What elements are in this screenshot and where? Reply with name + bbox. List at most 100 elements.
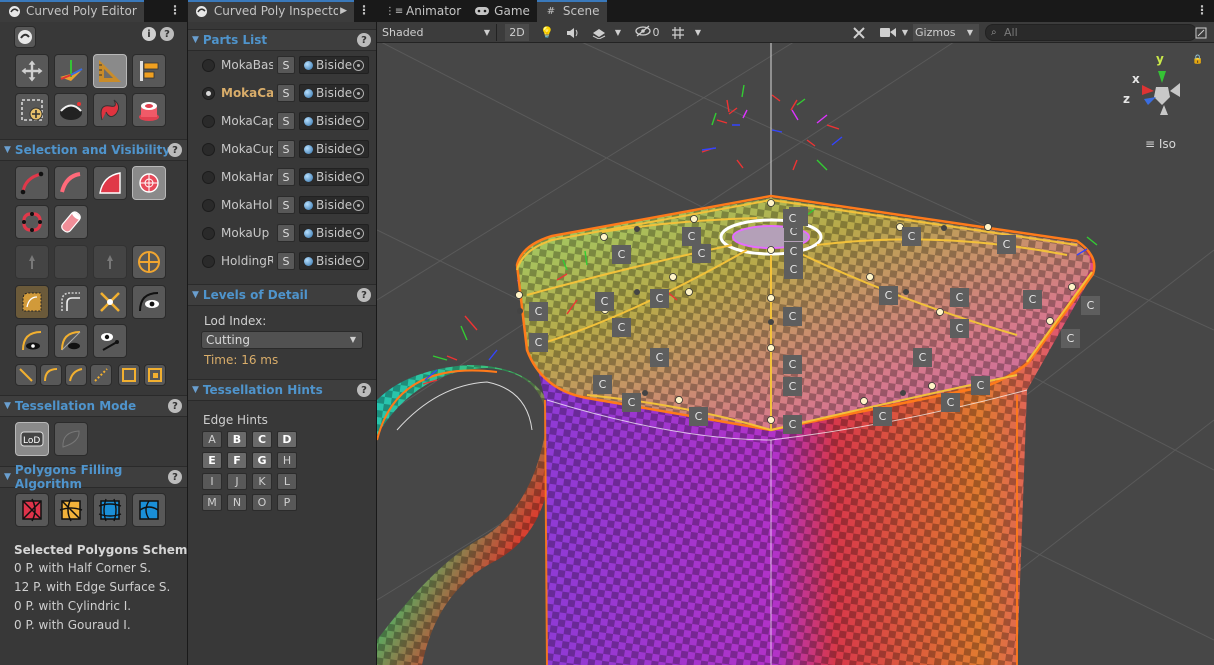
cross-point-button[interactable] [132, 245, 166, 279]
corner-badge[interactable]: C [689, 407, 708, 426]
eye-arc-button-1[interactable] [15, 324, 49, 358]
section-tessellation-hints[interactable]: ▼ Tessellation Hints [188, 379, 376, 401]
scene-search-input[interactable]: ⌕ All [985, 24, 1197, 41]
edge-hint-button[interactable]: P [277, 494, 297, 511]
part-material-field[interactable]: Biside [299, 196, 369, 214]
corner-tool-b[interactable] [144, 364, 166, 386]
section-filling-algorithm[interactable]: ▼ Polygons Filling Algorithm [0, 463, 187, 491]
lock-icon[interactable]: 🔒 [1192, 55, 1203, 65]
edge-hint-button[interactable]: K [252, 473, 272, 490]
tab-curved-poly-inspector[interactable]: Curved Poly Inspector ▶ [188, 0, 354, 22]
scene-menu-icon[interactable]: ⋮ [1196, 4, 1208, 16]
info-icon[interactable]: i [142, 27, 156, 41]
corner-badge[interactable]: C [595, 292, 614, 311]
part-material-field[interactable]: Biside [299, 252, 369, 270]
hints-help-icon[interactable]: ? [357, 383, 371, 397]
corner-badge[interactable]: C [913, 348, 932, 367]
lod-mode-button[interactable]: LoD [15, 422, 49, 456]
edge-hint-button[interactable]: G [252, 452, 272, 469]
part-solo-button[interactable]: S [277, 56, 295, 74]
align-tool-button[interactable] [132, 54, 166, 88]
object-picker-icon[interactable] [353, 144, 364, 155]
select-tube-button[interactable] [54, 205, 88, 239]
scene-viewport[interactable] [377, 0, 1214, 665]
corner-badge[interactable]: C [950, 319, 969, 338]
corner-badge[interactable]: C [529, 302, 548, 321]
corner-badge[interactable]: C [784, 242, 803, 261]
grid-toggle-icon[interactable] [667, 24, 689, 41]
part-select-radio[interactable] [202, 143, 215, 156]
measure-tool-button[interactable] [93, 54, 127, 88]
part-material-field[interactable]: Biside [299, 224, 369, 242]
tab-animator[interactable]: ⋮≡ Animator [380, 0, 468, 22]
lod-help-icon[interactable]: ? [357, 288, 371, 302]
help-icon[interactable]: ? [160, 27, 174, 41]
edge-hint-button[interactable]: M [202, 494, 222, 511]
part-row[interactable]: MokaCap S Biside [188, 108, 376, 136]
tab-scene[interactable]: # Scene [536, 0, 607, 22]
selection-help-icon[interactable]: ? [168, 143, 182, 157]
part-material-field[interactable]: Biside [299, 140, 369, 158]
part-solo-button[interactable]: S [277, 168, 295, 186]
select-face-button[interactable] [93, 166, 127, 200]
corner-badge[interactable]: C [783, 209, 802, 228]
part-row[interactable]: MokaHandle S Biside [188, 164, 376, 192]
edge-hint-button[interactable]: A [202, 431, 222, 448]
part-solo-button[interactable]: S [277, 84, 295, 102]
part-solo-button[interactable]: S [277, 224, 295, 242]
part-solo-button[interactable]: S [277, 140, 295, 158]
select-loop-button[interactable] [15, 205, 49, 239]
camera-icon[interactable] [877, 24, 899, 41]
part-solo-button[interactable]: S [277, 196, 295, 214]
corner-badge[interactable]: C [941, 393, 960, 412]
corner-badge[interactable]: C [529, 333, 548, 352]
eye-curve-button[interactable] [132, 285, 166, 319]
part-solo-button[interactable]: S [277, 112, 295, 130]
lod-index-dropdown[interactable]: Cutting ▼ [201, 331, 363, 349]
add-polygon-button[interactable] [15, 93, 49, 127]
part-row[interactable]: MokaHole S Biside [188, 192, 376, 220]
inspector-menu-icon[interactable]: ⋮ [358, 4, 370, 16]
shading-mode-dropdown[interactable]: Shaded ▼ [379, 24, 497, 41]
select-curve-button[interactable] [15, 166, 49, 200]
corner-badge[interactable]: C [902, 227, 921, 246]
tools-icon[interactable] [849, 24, 869, 41]
fill-algorithm-blue-button[interactable] [93, 493, 127, 527]
section-levels-of-detail[interactable]: ▼ Levels of Detail [188, 284, 376, 306]
tab-curved-poly-editor[interactable]: Curved Poly Editor [0, 0, 144, 22]
corner-badge[interactable]: C [1061, 329, 1080, 348]
filling-help-icon[interactable]: ? [168, 470, 182, 484]
moka-handle-mesh[interactable] [377, 365, 552, 665]
corner-badge[interactable]: C [612, 318, 631, 337]
surface-mode-button[interactable] [54, 422, 88, 456]
edge-hint-button[interactable]: I [202, 473, 222, 490]
line-tool-a[interactable] [15, 364, 37, 386]
parts-help-icon[interactable]: ? [357, 33, 371, 47]
section-tessellation-mode[interactable]: ▼ Tessellation Mode [0, 395, 187, 417]
2d-toggle-button[interactable]: 2D [505, 24, 529, 41]
edge-hint-button[interactable]: D [277, 431, 297, 448]
object-picker-icon[interactable] [353, 256, 364, 267]
effects-dropdown-icon[interactable]: ▼ [611, 24, 625, 41]
corner-badge[interactable]: C [784, 260, 803, 279]
part-material-field[interactable]: Biside [299, 56, 369, 74]
eye-line-button[interactable] [93, 324, 127, 358]
edge-hint-button[interactable]: N [227, 494, 247, 511]
object-picker-icon[interactable] [353, 228, 364, 239]
effects-icon[interactable] [589, 24, 609, 41]
corner-badge[interactable]: C [622, 393, 641, 412]
curve-shape-button[interactable] [54, 93, 88, 127]
part-row[interactable]: MokaCap S Biside [188, 80, 376, 108]
corner-badge[interactable]: C [783, 355, 802, 374]
line-tool-b[interactable] [40, 364, 62, 386]
part-material-field[interactable]: Biside [299, 84, 369, 102]
tessellation-help-icon[interactable]: ? [168, 399, 182, 413]
audio-icon[interactable] [563, 24, 583, 41]
part-material-field[interactable]: Biside [299, 168, 369, 186]
edge-hint-button[interactable]: C [252, 431, 272, 448]
part-select-radio[interactable] [202, 115, 215, 128]
edge-hint-button[interactable]: B [227, 431, 247, 448]
corner-badge[interactable]: C [971, 376, 990, 395]
fill-algorithm-blue2-button[interactable] [132, 493, 166, 527]
part-select-radio[interactable] [202, 255, 215, 268]
